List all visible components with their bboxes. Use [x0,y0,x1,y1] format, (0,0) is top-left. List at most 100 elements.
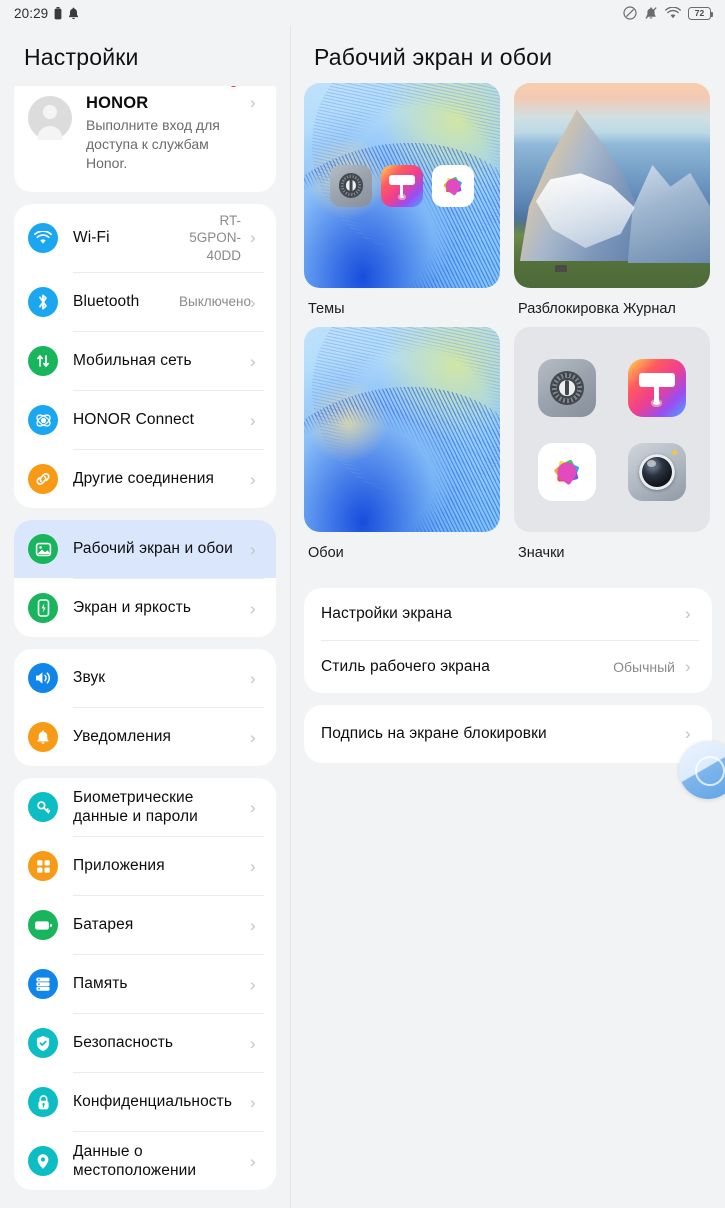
display-brightness-icon [28,593,58,624]
account-row[interactable]: HONOR Выполните вход для доступа к служб… [14,86,276,192]
chevron-right-icon: › [250,539,256,559]
page-title: Рабочий экран и обои [314,44,553,70]
sidebar-item-label: Экран и яркость [73,599,192,617]
tile-icons[interactable]: Значки [514,327,710,563]
sidebar-item-label: HONOR Connect [73,411,195,429]
chevron-right-icon: › [250,797,256,817]
sidebar-item-display-brightness[interactable]: Экран и яркость › [14,579,276,637]
sidebar-item-sound[interactable]: Звук › [14,649,276,707]
row-value: Обычный [613,658,675,675]
chevron-right-icon: › [250,727,256,747]
sidebar-item-label: Bluetooth [73,293,140,311]
tile-lockscreen-magazine[interactable]: Разблокировка Журнал [514,83,710,319]
flower-glyph [439,172,467,200]
floating-assistant-bubble[interactable] [679,741,725,799]
sidebar-item-battery[interactable]: Батарея › [14,896,276,954]
status-bar-left: 20:29 [14,6,79,21]
chevron-right-icon: › [250,1033,256,1053]
sidebar-item-other-connections[interactable]: Другие соединения › [14,450,276,508]
icons-preview-art [514,327,710,533]
sidebar-item-label: Данные о местоположении [73,1142,197,1180]
chevron-right-icon: › [250,856,256,876]
wallpaper-tiles: Темы Разблокировка Журнал Обои Значки [291,71,725,564]
icons-grid [538,358,686,501]
sidebar-item-wifi[interactable]: Wi-Fi RT-5GPON-40DD › [14,204,276,273]
tile-label: Обои [308,545,344,562]
sidebar-title: Настройки [24,44,139,70]
mountain-preview-art [514,83,710,288]
wallpaper-preview-art [304,327,500,533]
row-home-screen-style[interactable]: Стиль рабочего экрана Обычный › [304,641,712,693]
tile-label: Темы [308,301,345,317]
sidebar-item-bluetooth[interactable]: Bluetooth Выключено › [14,273,276,331]
sidebar-item-label: Уведомления [73,728,172,746]
sidebar-item-notifications[interactable]: Уведомления › [14,708,276,766]
status-bar-clock: 20:29 [14,5,49,21]
apps-grid-icon [28,851,58,882]
row-label: Подпись на экране блокировки [321,724,547,742]
do-not-disturb-icon [623,6,637,20]
tile-wallpaper[interactable]: Обои [304,327,500,563]
detail-group-lockscreen-signature: Подпись на экране блокировки › [304,704,712,763]
tile-row: Темы Разблокировка Журнал [291,83,725,319]
sidebar-item-label: Рабочий экран и обои [73,540,233,558]
settings-app-window: 20:29 72 Настройки HONOR Выполните вход … [0,0,725,1208]
chevron-right-icon: › [250,915,256,935]
sidebar-item-label: Звук [73,669,106,687]
location-pin-icon [28,1146,58,1177]
detail-pane: Рабочий экран и обои Темы Разблокировка … [291,26,725,1208]
status-bar-right: 72 [623,6,714,20]
sidebar-item-label: Конфиденциальность [73,1093,233,1111]
mobile-network-icon [28,346,58,377]
link-icon [28,464,58,495]
battery-percent-label: 72 [694,8,705,18]
sidebar-item-apps[interactable]: Приложения › [14,837,276,895]
row-label: Стиль рабочего экрана [321,657,490,675]
chevron-right-icon: › [250,228,256,248]
chevron-right-icon: › [250,93,256,112]
themes-preview-art [304,83,500,288]
sidebar-item-label: Приложения [73,857,165,875]
sidebar-item-privacy[interactable]: Конфиденциальность › [14,1073,276,1131]
gallery-app-icon [538,442,596,501]
camera-app-icon [628,442,686,501]
sound-icon [28,663,58,694]
detail-lists: Настройки экрана › Стиль рабочего экрана… [291,587,725,763]
avatar [28,96,72,140]
sidebar-item-honor-connect[interactable]: HONOR Connect › [14,391,276,449]
chevron-right-icon: › [250,598,256,618]
bluetooth-icon [28,287,58,318]
sidebar-item-value: RT-5GPON-40DD [189,212,241,263]
shield-check-icon [28,1028,58,1059]
chevron-right-icon: › [250,410,256,430]
honor-connect-icon [28,405,58,436]
chevron-right-icon: › [250,1151,256,1171]
sidebar-item-storage[interactable]: Память › [14,955,276,1013]
battery-status-icon: 72 [688,6,714,20]
tile-label: Значки [518,545,565,562]
sidebar-item-label: Безопасность [73,1034,174,1052]
camera-lens-glyph [639,453,675,490]
account-subtitle: Выполните вход для доступа к службам Hon… [86,117,220,172]
detail-group-screen: Настройки экрана › Стиль рабочего экрана… [304,587,712,693]
sidebar-item-home-screen-wallpaper[interactable]: Рабочий экран и обои › [14,520,276,579]
sidebar-item-location[interactable]: Данные о местоположении › [14,1132,276,1190]
account-card[interactable]: HONOR Выполните вход для доступа к служб… [14,86,276,192]
storage-icon [28,969,58,1000]
row-label: Настройки экрана [321,604,453,622]
tile-themes[interactable]: Темы [304,83,500,319]
row-screen-settings[interactable]: Настройки экрана › [304,588,712,640]
sidebar-item-mobile-network[interactable]: Мобильная сеть › [14,332,276,390]
chevron-right-icon: › [250,974,256,994]
row-lockscreen-signature[interactable]: Подпись на экране блокировки › [304,705,712,763]
account-text: HONOR Выполните вход для доступа к служб… [86,94,243,174]
mountain-hut [555,264,568,272]
tile-row: Обои Значки [291,327,725,563]
sidebar-item-security[interactable]: Безопасность › [14,1014,276,1072]
sidebar-item-label: Wi-Fi [73,229,110,247]
wallpaper-icon [28,534,58,565]
battery-icon [28,910,58,941]
status-bar: 20:29 72 [0,0,725,26]
sidebar-item-biometrics-passwords[interactable]: Биометрические данные и пароли › [14,778,276,836]
sidebar-scroll-area[interactable]: HONOR Выполните вход для доступа к служб… [0,86,290,1208]
